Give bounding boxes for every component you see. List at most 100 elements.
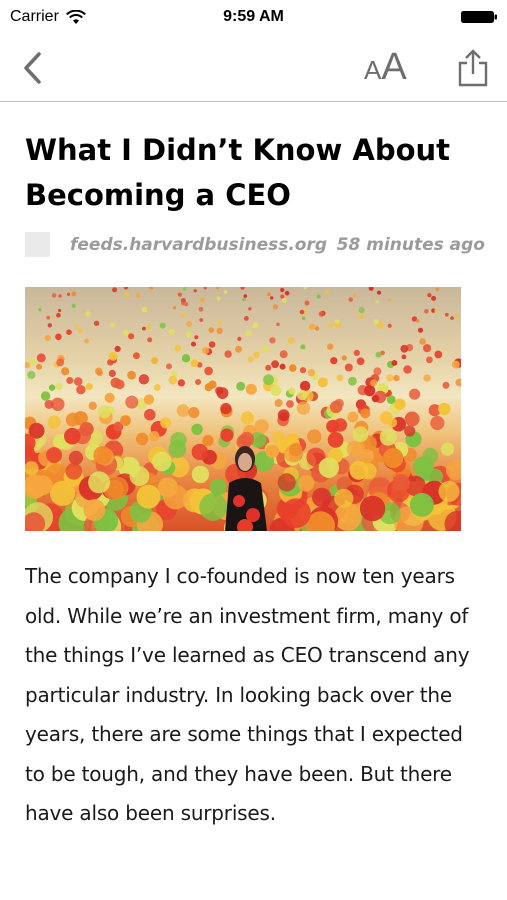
hero-image [25,287,461,531]
decor-ball [252,322,259,329]
decor-ball [223,290,228,294]
font-small-icon: A [364,55,382,85]
decor-ball [404,411,420,427]
back-button[interactable] [18,50,48,86]
decor-ball [270,384,282,397]
decor-ball [128,333,135,340]
decor-ball [327,343,334,350]
decor-ball [274,399,283,407]
decor-ball [287,337,295,344]
decor-ball [440,442,455,456]
decor-ball [299,380,311,392]
decor-ball [79,422,94,437]
decor-ball [85,311,91,317]
decor-ball [276,322,280,327]
decor-ball [172,306,177,310]
decor-ball [237,336,242,341]
nav-bar: AA [0,36,507,102]
decor-ball [262,345,269,353]
decor-ball [371,394,380,403]
decor-ball [152,451,172,472]
decor-ball [373,367,382,376]
decor-ball [296,401,311,415]
decor-ball [83,499,106,521]
decor-ball [208,341,216,348]
font-size-button[interactable]: AA [364,48,416,86]
decor-ball [78,328,83,333]
decor-ball [188,407,200,419]
decor-ball [265,444,280,459]
published-time: 58 minutes ago [336,235,485,255]
decor-ball [423,374,431,382]
decor-ball [40,391,51,401]
decor-ball [333,418,348,432]
decor-ball [55,333,62,341]
decor-ball [93,446,112,465]
decor-ball [199,297,205,303]
decor-ball [392,474,411,492]
decor-ball [195,379,202,385]
decor-ball [426,356,433,364]
decor-ball [71,291,77,297]
decor-ball [450,316,454,320]
decor-ball [288,387,296,395]
decor-ball [138,374,150,385]
source-link[interactable]: feeds.harvardbusiness.org [70,235,327,255]
decor-ball [84,338,89,344]
decor-ball [279,411,289,422]
decor-ball [159,322,166,329]
decor-ball [307,429,322,444]
decor-ball [95,367,103,375]
decor-ball [153,384,161,391]
decor-ball [328,323,333,328]
share-icon [458,49,488,87]
decor-ball [177,379,185,387]
decor-ball [32,475,53,495]
decor-ball [270,296,274,300]
decor-ball [438,480,460,502]
decor-ball [202,435,214,447]
article: What I Didn’t Know About Becoming a CEO … [25,102,485,825]
decor-ball [312,487,332,508]
decor-ball [245,330,252,337]
decor-ball [191,423,203,435]
decor-ball [44,399,54,409]
decor-ball [204,366,213,376]
decor-ball [108,369,116,377]
decor-ball [46,315,51,320]
decor-ball [108,352,118,361]
decor-ball [66,329,72,335]
decor-ball [61,367,70,376]
decor-ball [215,386,224,395]
decor-ball [143,394,155,405]
decor-ball [74,324,79,329]
decor-ball [341,355,347,361]
decor-ball [445,312,449,317]
decor-ball [387,323,392,328]
decor-ball [244,316,249,321]
decor-ball [373,318,379,325]
decor-ball [394,398,406,410]
decor-ball [387,298,391,302]
decor-ball [208,327,215,333]
decor-ball [356,357,365,366]
decor-ball [279,350,288,359]
decor-ball [272,304,279,310]
decor-ball [236,381,246,391]
decor-ball [434,350,443,359]
status-bar: Carrier 9:59 AM [0,0,507,36]
decor-ball [181,354,191,363]
decor-ball [317,377,328,388]
decor-ball [58,294,62,298]
decor-ball [168,375,178,385]
decor-ball [149,431,160,442]
decor-ball [314,326,320,331]
decor-ball [133,352,140,360]
decor-ball [288,364,297,372]
decor-ball [455,313,460,319]
decor-ball [299,309,305,315]
decor-ball [127,370,136,380]
decor-ball [329,400,343,414]
share-button[interactable] [456,48,490,88]
decor-ball [93,320,100,326]
